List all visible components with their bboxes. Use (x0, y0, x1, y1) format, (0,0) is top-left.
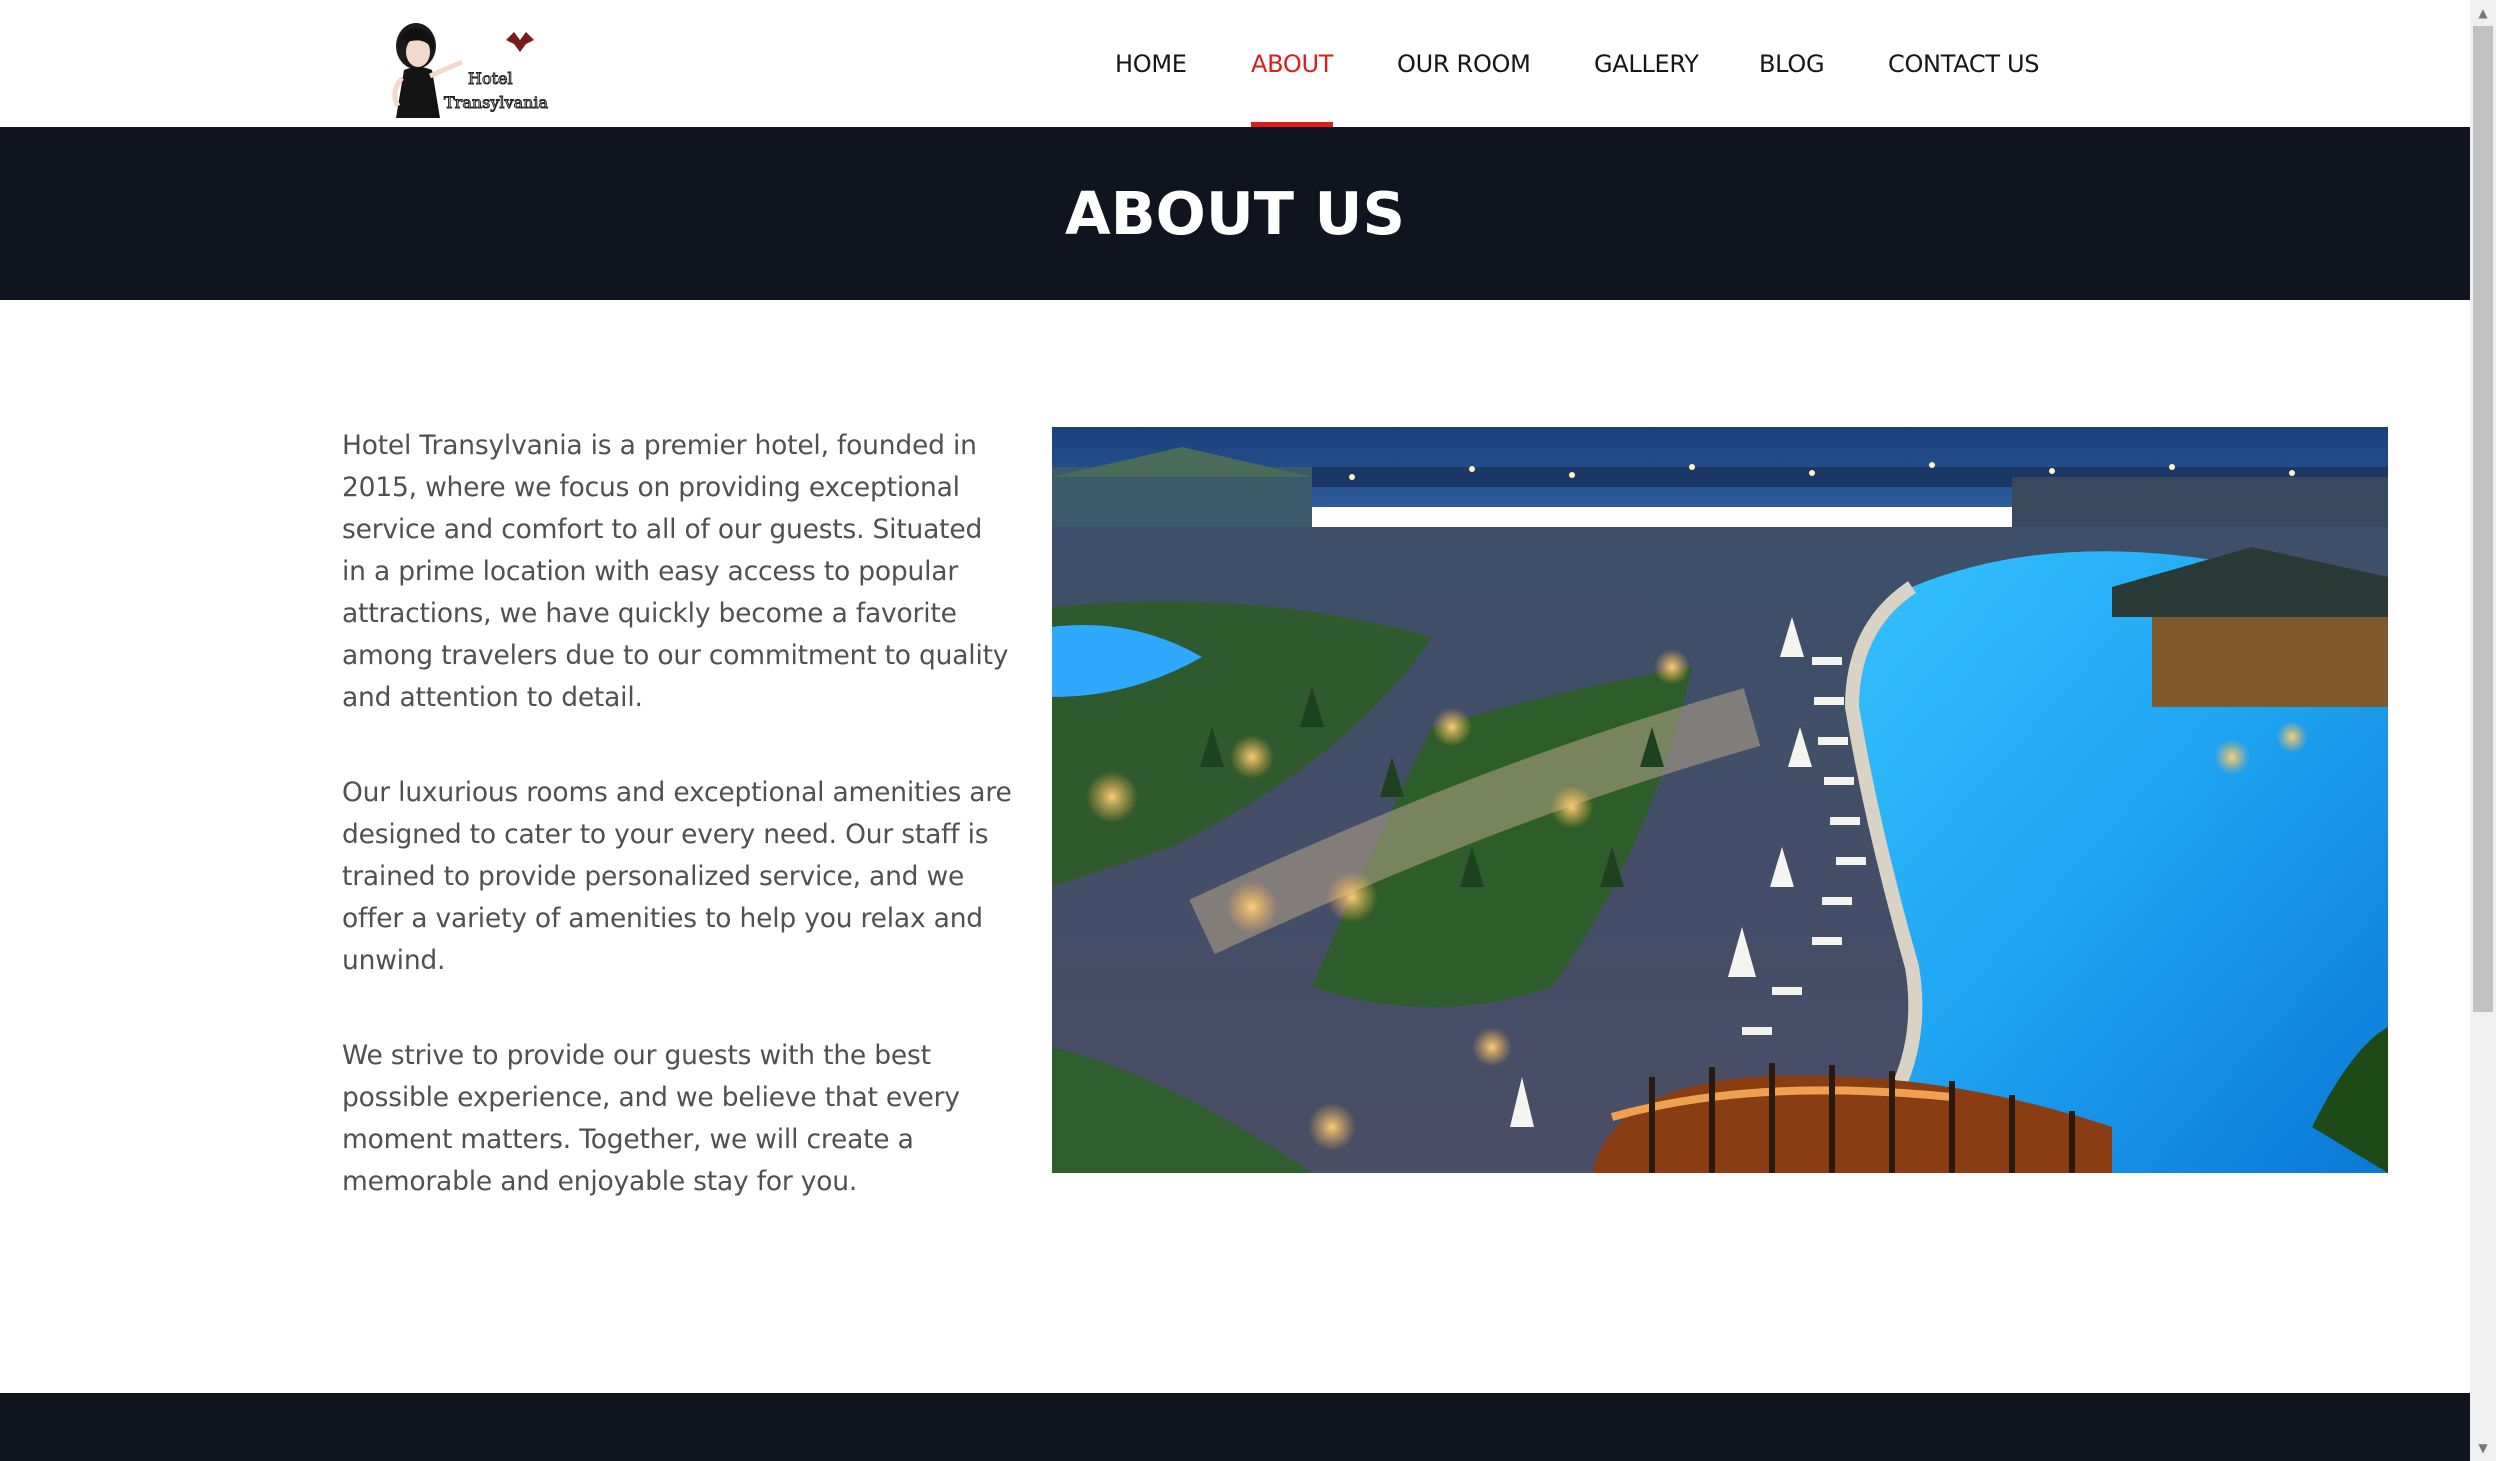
svg-text:Transylvania: Transylvania (444, 93, 549, 112)
site-header: Hotel Transylvania HOME ABOUT OUR ROOM G… (0, 0, 2470, 127)
scrollbar-thumb[interactable] (2473, 26, 2493, 1012)
page-title: ABOUT US (1065, 179, 1405, 248)
page-banner: ABOUT US (0, 127, 2470, 300)
site-logo[interactable]: Hotel Transylvania (378, 18, 554, 120)
scroll-up-arrow-icon[interactable]: ▲ (2470, 0, 2496, 26)
about-text: Hotel Transylvania is a premier hotel, f… (342, 425, 1012, 1256)
site-footer (0, 1393, 2470, 1461)
page-scrollbar[interactable]: ▲ ▼ (2470, 0, 2496, 1461)
about-paragraph: Our luxurious rooms and exceptional amen… (342, 777, 1012, 976)
nav-our-room[interactable]: OUR ROOM (1397, 0, 1531, 127)
pool-image (1052, 427, 2388, 1173)
about-paragraph: We strive to provide our guests with the… (342, 1040, 960, 1197)
nav-gallery[interactable]: GALLERY (1594, 0, 1699, 127)
nav-blog[interactable]: BLOG (1759, 0, 1825, 127)
nav-home[interactable]: HOME (1115, 0, 1187, 127)
nav-about[interactable]: ABOUT (1251, 0, 1333, 127)
hotel-pool-photo (1052, 427, 2388, 1173)
svg-text:Hotel: Hotel (468, 69, 513, 88)
about-paragraph: Hotel Transylvania is a premier hotel, f… (342, 430, 1009, 713)
scroll-down-arrow-icon[interactable]: ▼ (2470, 1435, 2496, 1461)
nav-contact-us[interactable]: CONTACT US (1888, 0, 2040, 127)
logo-image: Hotel Transylvania (392, 23, 549, 118)
